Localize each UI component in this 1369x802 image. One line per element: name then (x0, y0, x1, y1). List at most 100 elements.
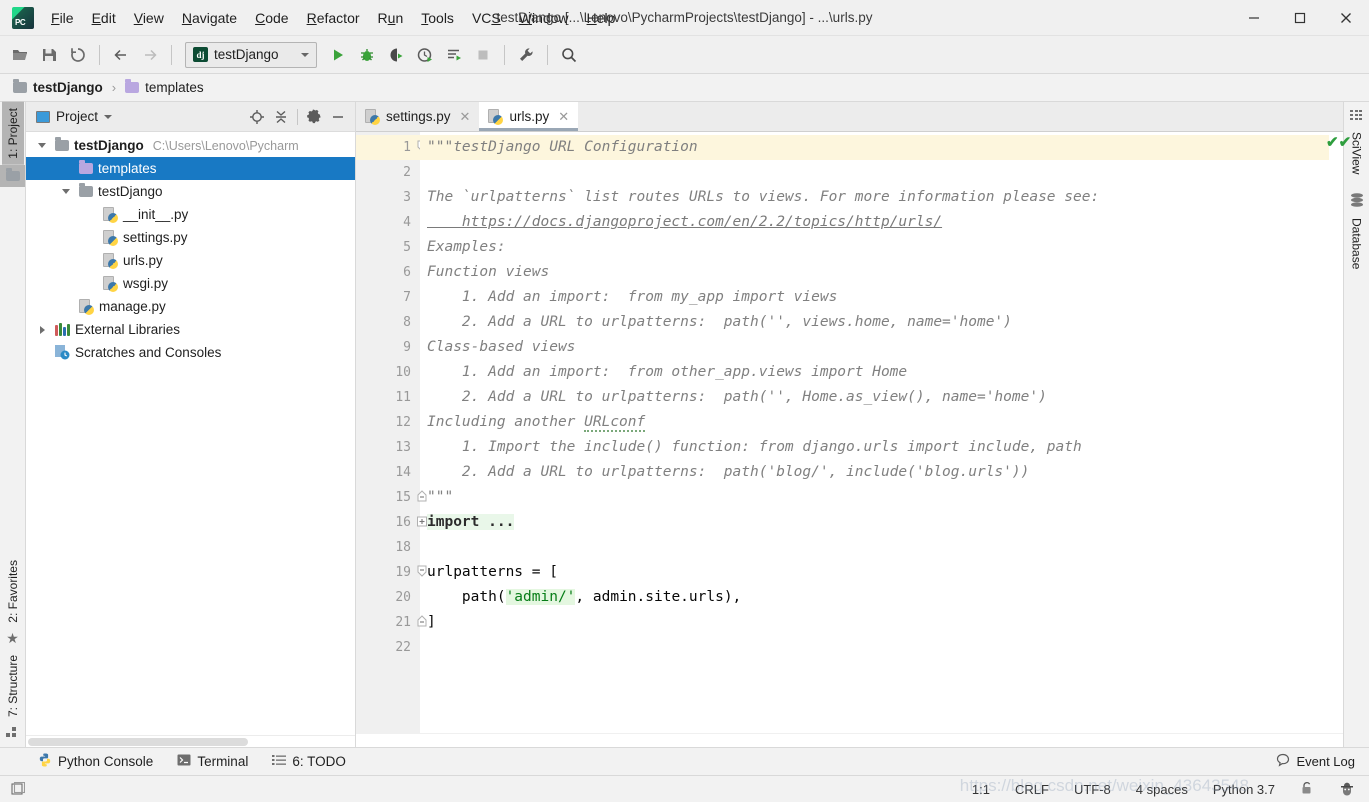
lock-icon[interactable] (1296, 779, 1318, 800)
tree-node-settings-py[interactable]: settings.py (26, 226, 355, 249)
gutter-line-16[interactable]: 16 (356, 510, 427, 535)
code-line-11[interactable]: 2. Add a URL to urlpatterns: path('', Ho… (420, 385, 1329, 410)
code-editor[interactable]: 1 2 3 4 5 6 7 8 9 10 11 12 13 14 15 16 18 19 20 21 22 """tes… (356, 132, 1351, 733)
file-encoding[interactable]: UTF-8 (1070, 780, 1115, 799)
scrollbar-thumb[interactable] (28, 738, 248, 746)
code-line-12[interactable]: Including another URLconf (420, 410, 1329, 435)
editor-vertical-scrollbar[interactable]: ✔✔ (1326, 132, 1351, 733)
project-horizontal-scrollbar[interactable] (26, 735, 355, 747)
code-line-14[interactable]: 2. Add a URL to urlpatterns: path('blog/… (420, 460, 1329, 485)
collapse-all-icon[interactable] (270, 106, 292, 128)
open-project-icon[interactable] (6, 41, 34, 69)
bottom-item-todo[interactable]: 6: TODO (260, 750, 358, 773)
expander-down-icon[interactable] (34, 143, 50, 148)
locate-target-icon[interactable] (246, 106, 268, 128)
run-icon[interactable] (324, 41, 352, 69)
hector-inspection-icon[interactable] (1335, 778, 1359, 801)
sidebar-item-database[interactable]: Database (1346, 212, 1368, 275)
profile-icon[interactable] (411, 41, 439, 69)
code-line-6[interactable]: Function views (420, 260, 1329, 285)
editor-horizontal-scrollbar[interactable] (356, 733, 1343, 747)
event-log-button[interactable]: Event Log (1262, 750, 1369, 773)
menu-item-tools[interactable]: Tools (412, 5, 463, 31)
run-configuration-selector[interactable]: dj testDjango (185, 41, 317, 68)
tree-node-testdjango[interactable]: testDjango C:\Users\Lenovo\Pycharm (26, 134, 355, 157)
run-to-cursor-icon[interactable] (440, 41, 468, 69)
code-line-20[interactable]: path('admin/', admin.site.urls), (420, 585, 1329, 610)
indent-setting[interactable]: 4 spaces (1132, 780, 1192, 799)
code-line-8[interactable]: 2. Add a URL to urlpatterns: path('', vi… (420, 310, 1329, 335)
gear-icon[interactable] (303, 106, 325, 128)
tree-node-templates[interactable]: templates (26, 157, 355, 180)
editor-text-area[interactable]: """testDjango URL Configuration The `url… (420, 132, 1329, 733)
gutter-line-20[interactable]: 20 (356, 585, 420, 610)
menu-item-view[interactable]: View (125, 5, 173, 31)
close-button[interactable] (1323, 0, 1369, 36)
inspection-status-icon[interactable]: ✔✔ (1326, 133, 1351, 151)
code-line-21[interactable]: ] (420, 610, 1329, 635)
gutter-line-15[interactable]: 15 (356, 485, 427, 510)
debug-icon[interactable] (353, 41, 381, 69)
code-line-1[interactable]: """testDjango URL Configuration (420, 135, 1329, 160)
code-line-22[interactable] (420, 635, 1329, 660)
editor-gutter[interactable]: 1 2 3 4 5 6 7 8 9 10 11 12 13 14 15 16 18 19 20 21 22 (356, 132, 427, 733)
menu-item-code[interactable]: Code (246, 5, 297, 31)
gutter-line-14[interactable]: 14 (356, 460, 420, 485)
save-all-icon[interactable] (35, 41, 63, 69)
menu-item-refactor[interactable]: Refactor (298, 5, 369, 31)
menu-item-vcs[interactable]: VCS (463, 5, 510, 31)
code-line-13[interactable]: 1. Import the include() function: from d… (420, 435, 1329, 460)
python-interpreter[interactable]: Python 3.7 (1209, 780, 1279, 799)
gutter-line-1[interactable]: 1 (356, 135, 427, 160)
editor-tab-urls-py[interactable]: urls.py ✕ (479, 102, 579, 131)
code-line-9[interactable]: Class-based views (420, 335, 1329, 360)
run-coverage-icon[interactable] (382, 41, 410, 69)
gutter-line-2[interactable]: 2 (356, 160, 420, 185)
gutter-line-18[interactable]: 18 (356, 535, 420, 560)
editor-tab-settings-py[interactable]: settings.py ✕ (356, 102, 479, 131)
menu-item-edit[interactable]: Edit (83, 5, 125, 31)
tree-node-wsgi-py[interactable]: wsgi.py (26, 272, 355, 295)
gutter-line-3[interactable]: 3 (356, 185, 420, 210)
gutter-line-19[interactable]: 19 (356, 560, 427, 585)
sidebar-item-favorites[interactable]: 2: Favorites (2, 554, 24, 629)
code-line-4[interactable]: https://docs.djangoproject.com/en/2.2/to… (420, 210, 1329, 235)
expander-right-icon[interactable] (34, 325, 50, 334)
menu-item-window[interactable]: Window (510, 5, 578, 31)
menu-item-navigate[interactable]: Navigate (173, 5, 246, 31)
gutter-line-7[interactable]: 7 (356, 285, 420, 310)
project-tree[interactable]: testDjango C:\Users\Lenovo\Pycharm templat… (26, 132, 355, 735)
gutter-line-8[interactable]: 8 (356, 310, 420, 335)
code-line-19[interactable]: urlpatterns = [ (420, 560, 1329, 585)
code-line-18[interactable] (420, 535, 1329, 560)
menu-item-file[interactable]: File (42, 5, 83, 31)
code-line-10[interactable]: 1. Add an import: from other_app.views i… (420, 360, 1329, 385)
code-line-5[interactable]: Examples: (420, 235, 1329, 260)
tree-node-testdjango[interactable]: testDjango (26, 180, 355, 203)
gutter-line-5[interactable]: 5 (356, 235, 420, 260)
gutter-line-9[interactable]: 9 (356, 335, 420, 360)
maximize-button[interactable] (1277, 0, 1323, 36)
close-icon[interactable]: ✕ (558, 109, 569, 125)
breadcrumb-item-templates[interactable]: templates (122, 79, 207, 96)
tree-node-manage-py[interactable]: manage.py (26, 295, 355, 318)
navigate-forward-icon[interactable] (136, 41, 164, 69)
code-line-3[interactable]: The `urlpatterns` list routes URLs to vi… (420, 185, 1329, 210)
code-line-16[interactable]: import ... (420, 510, 1329, 535)
code-line-7[interactable]: 1. Add an import: from my_app import vie… (420, 285, 1329, 310)
gutter-line-6[interactable]: 6 (356, 260, 420, 285)
chevron-down-icon[interactable] (104, 114, 113, 119)
gutter-line-22[interactable]: 22 (356, 635, 420, 660)
gutter-line-21[interactable]: 21 (356, 610, 427, 635)
minimize-icon[interactable] (327, 106, 349, 128)
tree-node-urls-py[interactable]: urls.py (26, 249, 355, 272)
breadcrumb-item-testDjango[interactable]: testDjango (10, 79, 106, 96)
menu-item-run[interactable]: Run (369, 5, 413, 31)
search-everywhere-icon[interactable] (555, 41, 583, 69)
stop-icon[interactable] (469, 41, 497, 69)
expander-down-icon[interactable] (58, 189, 74, 194)
sidebar-item-project[interactable]: 1: Project (1, 102, 24, 165)
gutter-line-4[interactable]: 4 (356, 210, 420, 235)
tree-node-scratches-and-consoles[interactable]: Scratches and Consoles (26, 341, 355, 364)
bottom-item-terminal[interactable]: Terminal (165, 750, 260, 773)
